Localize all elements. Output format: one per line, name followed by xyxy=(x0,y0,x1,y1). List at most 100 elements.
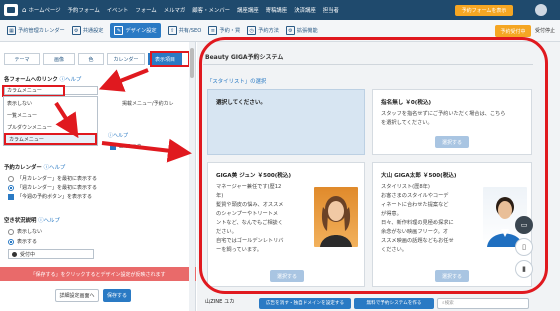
next-staff-title: 山ZINE ユカ xyxy=(205,299,235,305)
create-free-system-button[interactable]: 無料で予約システムを作る xyxy=(354,297,434,309)
behind-help-link-text: ヘルプ xyxy=(113,133,129,139)
calendar-option-month[interactable]: 「月カレンダー」を最初に表示する xyxy=(8,175,97,182)
status-help-link[interactable]: ⓘヘルプ xyxy=(38,218,60,224)
nav-item-members[interactable]: 顧客・メンバー xyxy=(192,6,230,14)
calendar-help-link[interactable]: ⓘヘルプ xyxy=(44,165,66,171)
settings-scrollbar[interactable] xyxy=(189,42,195,311)
tab-design-settings[interactable]: ✎ デザイン設定 xyxy=(110,23,161,38)
nav-item-payment[interactable]: 決済講座 xyxy=(294,6,316,14)
status-legend-label: 受付中 xyxy=(20,251,36,258)
menu-link-label-text: 各フォームへのリンク xyxy=(4,77,58,83)
tab-design-settings-label: デザイン設定 xyxy=(125,28,157,34)
status-section-label: 空き状況説明 ⓘヘルプ xyxy=(4,216,60,224)
calendar-icon: ▦ xyxy=(7,26,16,35)
tab-share-seo[interactable]: ⇪ 共有/SEO xyxy=(167,26,202,35)
calendar-option-week[interactable]: 「週カレンダー」を最初に表示する xyxy=(8,184,97,191)
tab-calendar-label: 予約管理カレンダー xyxy=(18,28,65,34)
nav-item-course-1[interactable]: 講座講座 xyxy=(237,6,259,14)
dropdown-option-pulldown[interactable]: プルダウンメニュー xyxy=(4,121,97,133)
tab-reservation-items-label: 予約・買 xyxy=(219,28,241,34)
status-option-show[interactable]: 表示する xyxy=(8,238,37,245)
tab-share-seo-label: 共有/SEO xyxy=(178,28,202,34)
detail-settings-button[interactable]: 詳細設定画面へ xyxy=(55,289,99,302)
menu-link-label: 各フォームへのリンク ⓘヘルプ xyxy=(4,75,81,83)
tab-reservation-method-label: 予約方法 xyxy=(258,28,279,34)
remove-ads-button[interactable]: 広告を消す・独自ドメインを設定する xyxy=(259,297,351,309)
preview-footer-bar: 広告を消す・独自ドメインを設定する 無料で予約システムを作る ⌕ 検索 xyxy=(259,296,549,310)
nav-item-reservation[interactable]: 予約フォーム xyxy=(68,6,100,14)
app-logo[interactable] xyxy=(4,4,18,16)
calendar-option-this-week-label: 「今週の予約ボタン」を表示する xyxy=(17,194,93,200)
reservation-status-button[interactable]: 予約受付中 xyxy=(495,25,531,37)
menu-link-help-text: ヘルプ xyxy=(65,77,82,83)
tab-common-settings[interactable]: ⚙ 共通設定 xyxy=(71,26,104,35)
stop-reception-link[interactable]: 受付停止 xyxy=(535,27,555,34)
nav-item-form[interactable]: フォーム xyxy=(135,6,156,14)
calendar-option-this-week-button[interactable]: 「今週の予約ボタン」を表示する xyxy=(8,193,92,200)
tab-images[interactable]: 画像 xyxy=(43,53,75,65)
calendar-section-title: 予約カレンダー xyxy=(4,165,42,171)
tab-theme-label: テーマ xyxy=(14,56,30,63)
nav-item-event[interactable]: イベント xyxy=(107,6,129,14)
tab-theme[interactable]: テーマ xyxy=(4,53,40,65)
search-input[interactable]: ⌕ 検索 xyxy=(437,297,529,309)
behind-check-row[interactable]: LINE ユカ xyxy=(110,143,142,150)
tab-calendar-design-label: カレンダー xyxy=(113,56,139,63)
menu-link-behind-text: 掲載メニュー/予約カレ xyxy=(122,101,174,107)
nav-item-mailmag[interactable]: メルマガ xyxy=(164,6,186,14)
nav-item-homepage[interactable]: ホームページ xyxy=(28,6,60,14)
calendar-help-text: ヘルプ xyxy=(49,165,66,171)
menu-link-help-link[interactable]: ⓘヘルプ xyxy=(60,77,82,83)
calendar-option-week-label: 「週カレンダー」を最初に表示する xyxy=(17,185,98,191)
nav-item-course-2[interactable]: 寄稿講座 xyxy=(266,6,288,14)
tab-extensions[interactable]: ⚙ 拡張機能 xyxy=(285,26,318,35)
status-help-text: ヘルプ xyxy=(43,218,60,224)
share-icon: ⇪ xyxy=(167,26,177,35)
nav-item-staff[interactable]: 担当者 xyxy=(323,6,339,14)
radio-month[interactable] xyxy=(8,175,14,182)
annotation-tab-highlight xyxy=(150,51,190,67)
tab-images-label: 画像 xyxy=(53,56,64,63)
radio-status-hide[interactable] xyxy=(8,228,14,235)
tab-extensions-label: 拡張機能 xyxy=(296,28,318,34)
status-option-hide[interactable]: 表示しない xyxy=(8,228,42,235)
tab-reservation-items[interactable]: ≡ 予約・買 xyxy=(208,26,240,35)
save-button[interactable]: 保存する xyxy=(103,289,131,302)
gear-icon: ⚙ xyxy=(285,26,295,35)
save-warning-banner: 「保存する」をクリックするとデザイン設定が反映されます xyxy=(0,267,196,281)
settings-scroll-thumb[interactable] xyxy=(190,48,194,78)
settings-panel: テーマ 画像 色 カレンダー 表示項目 各フォームへのリンク ⓘヘルプ カラムメ… xyxy=(0,42,196,311)
calendar-option-month-label: 「月カレンダー」を最初に表示する xyxy=(17,176,98,182)
behind-check-label: LINE ユカ xyxy=(119,144,142,150)
behind-help-link[interactable]: ⓘヘルプ xyxy=(108,132,128,139)
tab-reservation-method[interactable]: ◷ 予約方法 xyxy=(247,26,279,35)
clock-icon: ◷ xyxy=(247,26,257,35)
annotation-preview-outline xyxy=(199,37,548,294)
tab-color[interactable]: 色 xyxy=(78,53,104,65)
tab-calendar[interactable]: ▦ 予約管理カレンダー xyxy=(7,26,65,35)
top-navigation-bar: ⌂ ホームページ 予約フォーム イベント フォーム メルマガ 顧客・メンバー 講… xyxy=(0,0,560,20)
dropdown-option-column[interactable]: カラムメニュー xyxy=(4,133,97,145)
status-legend-field[interactable]: 受付中 xyxy=(8,249,94,259)
tab-common-settings-label: 共通設定 xyxy=(82,28,104,34)
search-placeholder: 検索 xyxy=(444,301,454,306)
status-option-show-label: 表示する xyxy=(17,239,38,245)
gear-icon: ⚙ xyxy=(71,26,81,35)
dropdown-option-none[interactable]: 表示しない xyxy=(4,97,97,109)
radio-week[interactable] xyxy=(8,184,14,191)
tab-calendar-design[interactable]: カレンダー xyxy=(107,53,145,65)
radio-status-show[interactable] xyxy=(8,238,14,245)
calendar-section-label: 予約カレンダー ⓘヘルプ xyxy=(4,163,65,171)
list-icon: ≡ xyxy=(208,26,218,35)
show-reservation-form-button[interactable]: 予約フォームを表示 xyxy=(455,5,513,16)
status-option-hide-label: 表示しない xyxy=(17,229,43,235)
status-dot-icon xyxy=(12,251,17,257)
menu-link-dropdown: 表示しない 一覧メニュー プルダウンメニュー カラムメニュー xyxy=(3,96,98,146)
behind-checkbox[interactable] xyxy=(110,143,116,150)
avatar[interactable] xyxy=(535,4,547,16)
status-section-title: 空き状況説明 xyxy=(4,218,37,224)
tab-color-label: 色 xyxy=(88,56,94,63)
dropdown-option-list[interactable]: 一覧メニュー xyxy=(4,109,97,121)
home-icon[interactable]: ⌂ xyxy=(22,6,26,14)
checkbox-this-week[interactable] xyxy=(8,193,14,200)
